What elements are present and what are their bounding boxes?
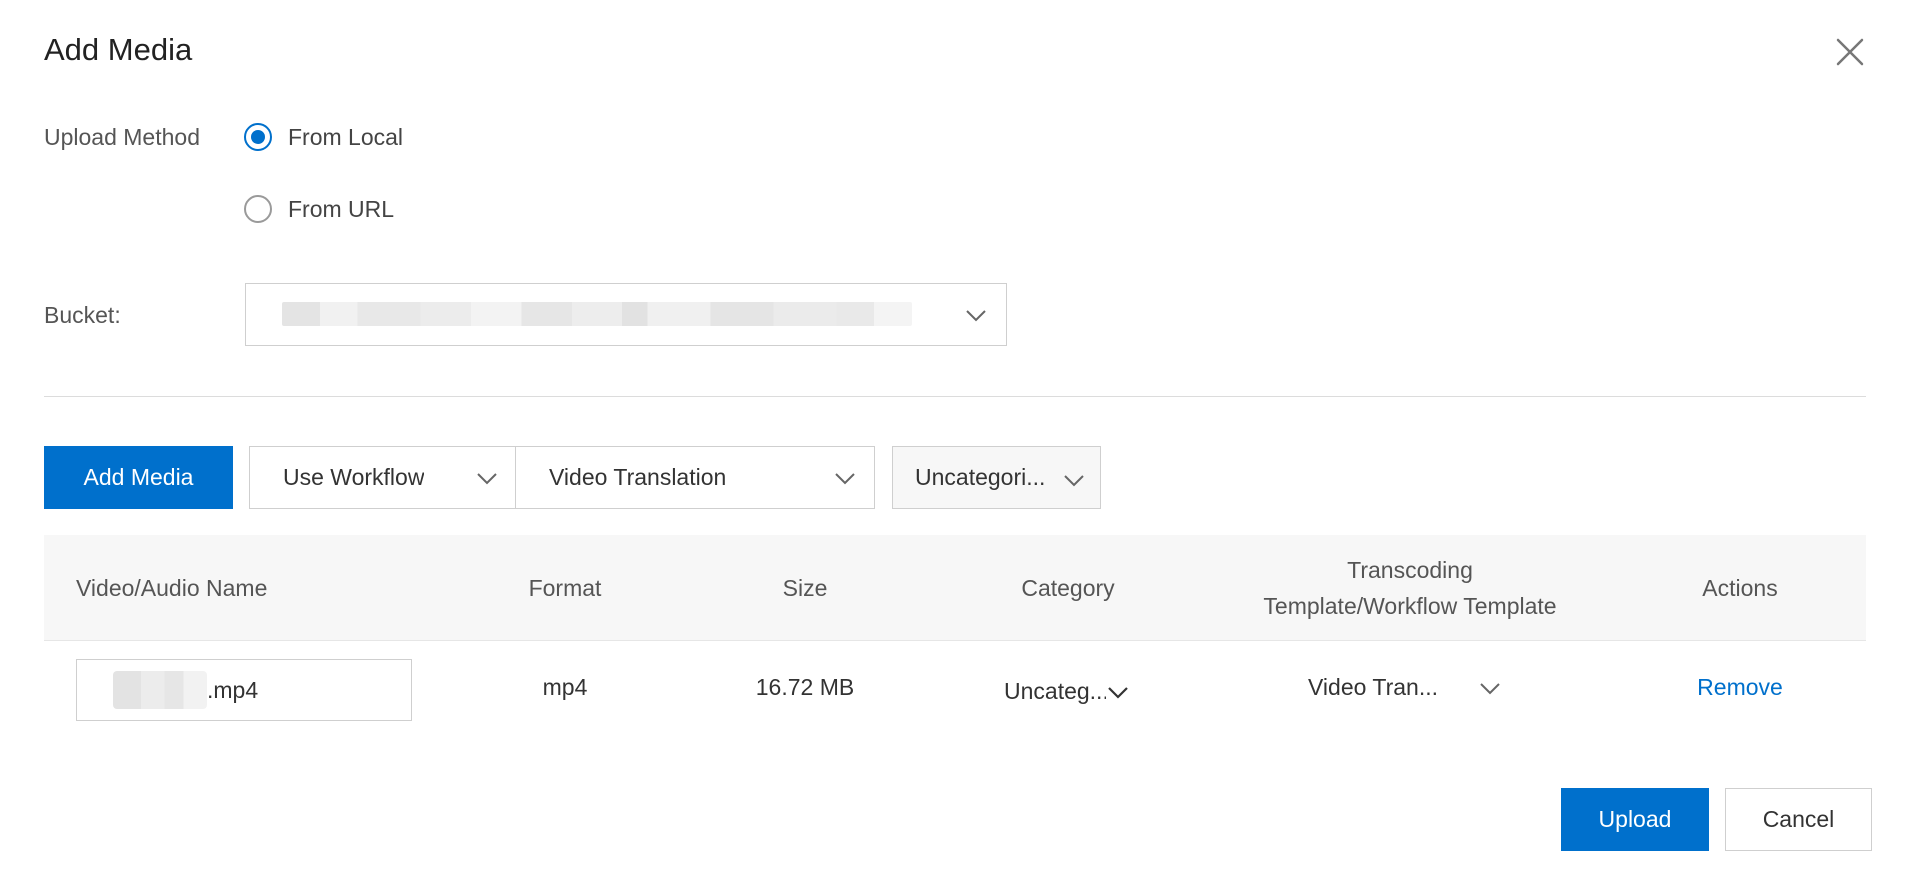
- section-divider: [44, 396, 1866, 397]
- radio-button-unchecked[interactable]: [244, 195, 272, 223]
- bucket-value-redacted: [282, 302, 912, 326]
- remove-link[interactable]: Remove: [1690, 674, 1790, 701]
- radio-label-from-url: From URL: [288, 195, 395, 222]
- chevron-down-icon: [1478, 676, 1502, 700]
- upload-button[interactable]: Upload: [1561, 788, 1709, 851]
- chevron-down-icon: [964, 303, 988, 327]
- row-template-value: Video Tran...: [1308, 674, 1438, 700]
- column-header-template-line1: Transcoding: [1347, 557, 1473, 583]
- media-name-extension: .mp4: [207, 676, 259, 703]
- bucket-label: Bucket:: [44, 302, 121, 328]
- chevron-down-icon: [1106, 680, 1130, 704]
- column-header-format: Format: [528, 575, 602, 601]
- column-header-actions: Actions: [1702, 575, 1778, 601]
- upload-method-label: Upload Method: [44, 124, 200, 150]
- category-select[interactable]: Uncategori...: [892, 446, 1101, 509]
- workflow-template-select[interactable]: Video Translation: [515, 446, 875, 509]
- workflow-template-value: Video Translation: [549, 464, 727, 490]
- category-value: Uncategori...: [915, 464, 1046, 490]
- chevron-down-icon: [1062, 468, 1086, 492]
- row-template-select[interactable]: Video Tran...: [1308, 674, 1502, 701]
- cancel-button[interactable]: Cancel: [1725, 788, 1872, 851]
- dialog-title: Add Media: [44, 32, 193, 67]
- workflow-mode-value: Use Workflow: [283, 464, 425, 490]
- add-media-button[interactable]: Add Media: [44, 446, 233, 509]
- row-category-value: Uncateg...: [1004, 678, 1106, 704]
- chevron-down-icon: [833, 466, 857, 490]
- workflow-mode-select[interactable]: Use Workflow: [249, 446, 516, 509]
- bucket-select[interactable]: [245, 283, 1007, 346]
- radio-label-from-local: From Local: [288, 123, 404, 150]
- column-header-name: Video/Audio Name: [76, 575, 268, 601]
- chevron-down-icon: [475, 466, 499, 490]
- radio-from-url[interactable]: From URL: [244, 192, 394, 226]
- row-format: mp4: [542, 674, 588, 700]
- row-size: 16.72 MB: [755, 674, 855, 700]
- add-media-dialog: Add Media Upload Method From Local From …: [0, 0, 1910, 874]
- radio-button-checked[interactable]: [244, 123, 272, 151]
- row-category-select[interactable]: Uncateg...: [1004, 678, 1130, 705]
- media-name-redacted: [113, 671, 207, 709]
- column-header-size: Size: [782, 575, 828, 601]
- close-icon[interactable]: [1830, 32, 1870, 72]
- radio-from-local[interactable]: From Local: [244, 120, 403, 154]
- media-name-input[interactable]: .mp4: [76, 659, 412, 721]
- column-header-template-line2: Template/Workflow Template: [1263, 593, 1557, 619]
- column-header-category: Category: [1021, 575, 1115, 601]
